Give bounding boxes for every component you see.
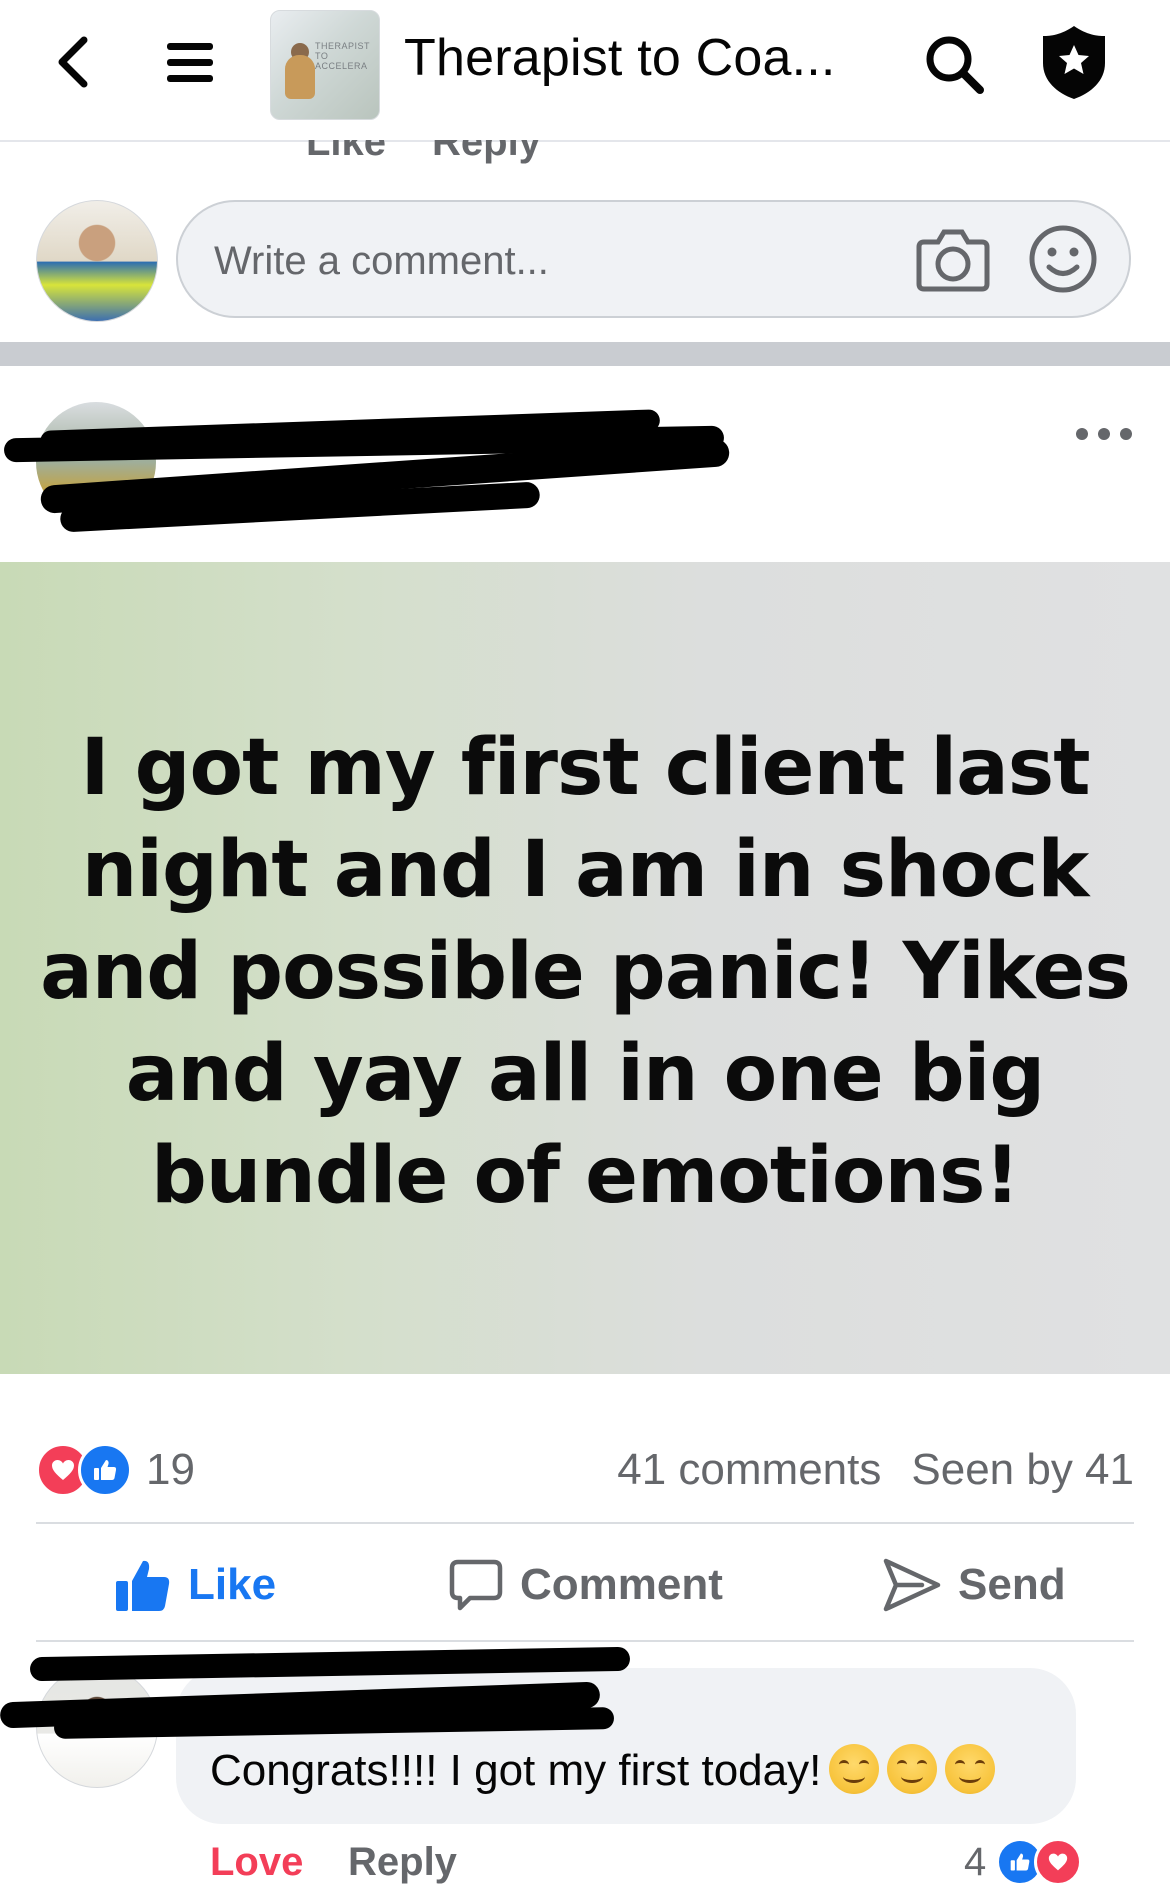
seen-by-link[interactable]: Seen by 41 (911, 1445, 1134, 1495)
reaction-count: 19 (146, 1445, 195, 1494)
post-text-image: I got my first client last night and I a… (0, 562, 1170, 1374)
prev-reply-link[interactable]: Reply (432, 140, 541, 165)
love-reaction-icon (1034, 1838, 1083, 1886)
comment-composer (176, 200, 1131, 318)
menu-icon[interactable] (158, 32, 222, 92)
post-body-text: I got my first client last night and I a… (40, 723, 1131, 1221)
admin-shield-icon[interactable] (1034, 22, 1114, 102)
comment-text-line: Congrats!!!! I got my first today! (210, 1744, 996, 1796)
divider (36, 1640, 1134, 1642)
section-divider (0, 342, 1170, 366)
search-icon[interactable] (918, 28, 990, 100)
like-reaction-icon (78, 1443, 132, 1497)
current-user-avatar (36, 200, 158, 322)
camera-icon[interactable] (916, 224, 990, 294)
like-button-label: Like (188, 1560, 277, 1609)
group-thumb-text: THERAPIST TO ACCELERA (315, 41, 370, 71)
comment-text: Congrats!!!! I got my first today! (210, 1746, 822, 1795)
comment-love-link[interactable]: Love (210, 1840, 303, 1885)
comment-input[interactable] (212, 232, 776, 290)
thumbs-up-icon (116, 1560, 170, 1611)
divider (36, 1522, 1134, 1524)
like-button[interactable]: Like (114, 1552, 276, 1618)
comment-bubble-icon (449, 1559, 503, 1611)
emoji-smiley-icon[interactable] (1026, 222, 1100, 296)
back-chevron-icon[interactable] (40, 30, 104, 94)
post-reactions[interactable]: 19 (36, 1440, 195, 1500)
send-button[interactable]: Send (882, 1552, 1066, 1618)
send-arrow-icon (883, 1558, 941, 1612)
post-stats: 41 comments Seen by 41 (617, 1440, 1134, 1500)
group-thumbnail[interactable]: THERAPIST TO ACCELERA (270, 10, 380, 120)
comment-reactions[interactable]: 4 (964, 1838, 1083, 1886)
comments-count-link[interactable]: 41 comments (617, 1445, 881, 1495)
smiling-face-emoji-icon (829, 1744, 880, 1795)
comment-button[interactable]: Comment (448, 1552, 723, 1618)
smiling-face-emoji-icon (945, 1744, 996, 1795)
comment-button-label: Comment (520, 1560, 723, 1609)
smiling-face-emoji-icon (887, 1744, 938, 1795)
group-title[interactable]: Therapist to Coa... (404, 28, 836, 88)
send-button-label: Send (958, 1560, 1066, 1609)
prev-like-link[interactable]: Like (306, 140, 386, 165)
comment-reply-link[interactable]: Reply (348, 1840, 457, 1885)
comment-reaction-count: 4 (964, 1839, 987, 1884)
more-options-icon[interactable] (1076, 420, 1132, 448)
previous-comment-actions: Like Reply (0, 140, 1170, 166)
top-bar: THERAPIST TO ACCELERA Therapist to Coa..… (0, 0, 1170, 142)
